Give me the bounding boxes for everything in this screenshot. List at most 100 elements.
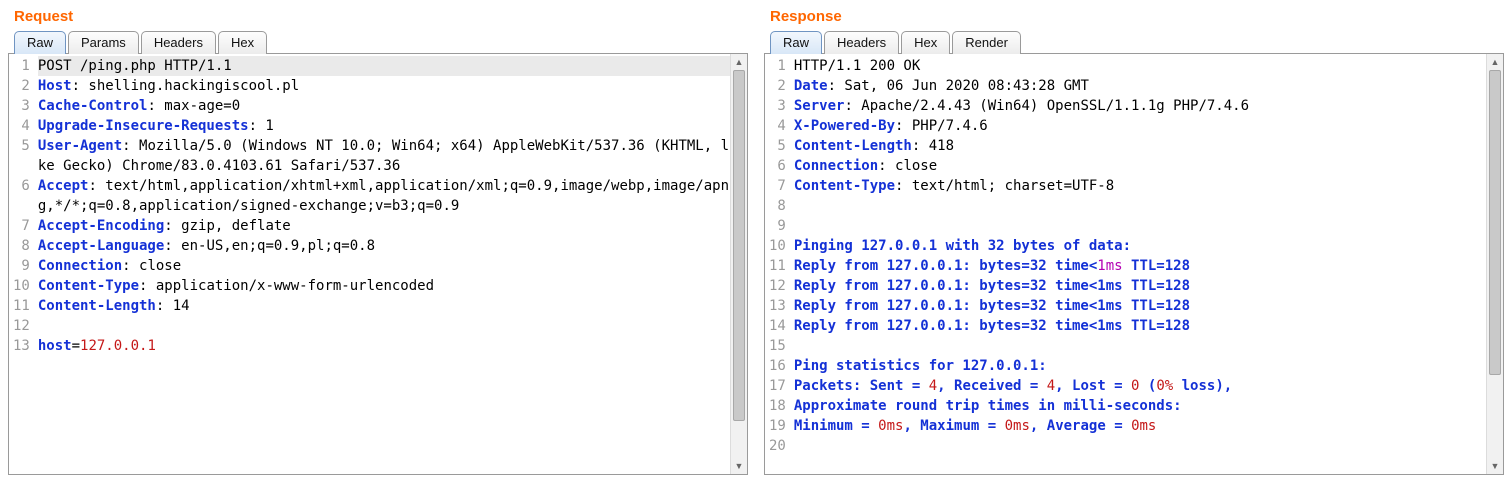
code-line[interactable]: Content-Type: application/x-www-form-url… — [38, 276, 743, 296]
code-line[interactable]: Connection: close — [38, 256, 743, 276]
gutter-number: 14 — [769, 316, 786, 336]
code-line[interactable]: User-Agent: Mozilla/5.0 (Windows NT 10.0… — [38, 136, 743, 176]
response-content-frame: 1234567891011121314151617181920 HTTP/1.1… — [764, 53, 1504, 475]
scroll-track[interactable] — [731, 70, 747, 458]
request-tab-raw[interactable]: Raw — [14, 31, 66, 54]
scroll-thumb[interactable] — [733, 70, 745, 421]
gutter-number: 1 — [13, 56, 30, 76]
gutter-number: 1 — [769, 56, 786, 76]
code-line[interactable]: HTTP/1.1 200 OK — [794, 56, 1499, 76]
response-tab-raw[interactable]: Raw — [770, 31, 822, 54]
response-gutter: 1234567891011121314151617181920 — [765, 54, 792, 474]
code-line[interactable]: Host: shelling.hackingiscool.pl — [38, 76, 743, 96]
code-line[interactable] — [794, 216, 1499, 236]
code-line[interactable]: Connection: close — [794, 156, 1499, 176]
code-line[interactable]: Server: Apache/2.4.43 (Win64) OpenSSL/1.… — [794, 96, 1499, 116]
code-line[interactable] — [794, 196, 1499, 216]
gutter-number: 11 — [13, 296, 30, 316]
response-tabs: RawHeadersHexRender — [764, 31, 1504, 54]
gutter-number: 10 — [13, 276, 30, 296]
gutter-number: 7 — [13, 216, 30, 236]
request-code-area[interactable]: 12345678910111213 POST /ping.php HTTP/1.… — [9, 54, 747, 474]
response-panel: Response RawHeadersHexRender 12345678910… — [756, 0, 1512, 475]
code-line[interactable] — [794, 436, 1499, 456]
request-title: Request — [8, 4, 748, 31]
gutter-number: 2 — [769, 76, 786, 96]
request-lines[interactable]: POST /ping.php HTTP/1.1Host: shelling.ha… — [36, 54, 747, 474]
request-gutter: 12345678910111213 — [9, 54, 36, 474]
gutter-number: 13 — [13, 336, 30, 356]
code-line[interactable]: Minimum = 0ms, Maximum = 0ms, Average = … — [794, 416, 1499, 436]
gutter-number: 18 — [769, 396, 786, 416]
gutter-number: 3 — [13, 96, 30, 116]
gutter-number: 19 — [769, 416, 786, 436]
scroll-thumb[interactable] — [1489, 70, 1501, 375]
code-line[interactable]: Upgrade-Insecure-Requests: 1 — [38, 116, 743, 136]
code-line[interactable]: Approximate round trip times in milli-se… — [794, 396, 1499, 416]
code-line[interactable]: Reply from 127.0.0.1: bytes=32 time<1ms … — [794, 296, 1499, 316]
code-line[interactable] — [38, 316, 743, 336]
scroll-track[interactable] — [1487, 70, 1503, 458]
request-tab-headers[interactable]: Headers — [141, 31, 216, 54]
response-tab-render[interactable]: Render — [952, 31, 1021, 54]
response-tab-hex[interactable]: Hex — [901, 31, 950, 54]
gutter-number: 9 — [13, 256, 30, 276]
scroll-up-icon[interactable]: ▲ — [731, 54, 747, 70]
gutter-number: 11 — [769, 256, 786, 276]
response-code-area[interactable]: 1234567891011121314151617181920 HTTP/1.1… — [765, 54, 1503, 474]
code-line[interactable]: Packets: Sent = 4, Received = 4, Lost = … — [794, 376, 1499, 396]
request-scrollbar[interactable]: ▲ ▼ — [730, 54, 747, 474]
code-line[interactable]: Pinging 127.0.0.1 with 32 bytes of data: — [794, 236, 1499, 256]
code-line[interactable]: Reply from 127.0.0.1: bytes=32 time<1ms … — [794, 276, 1499, 296]
gutter-number: 3 — [769, 96, 786, 116]
request-panel: Request RawParamsHeadersHex 123456789101… — [0, 0, 756, 475]
gutter-number: 9 — [769, 216, 786, 236]
gutter-number: 10 — [769, 236, 786, 256]
code-line[interactable]: X-Powered-By: PHP/7.4.6 — [794, 116, 1499, 136]
response-tab-headers[interactable]: Headers — [824, 31, 899, 54]
gutter-number: 4 — [769, 116, 786, 136]
code-line[interactable]: Reply from 127.0.0.1: bytes=32 time<1ms … — [794, 256, 1499, 276]
gutter-number: 6 — [13, 176, 30, 196]
gutter-number: 15 — [769, 336, 786, 356]
response-lines[interactable]: HTTP/1.1 200 OKDate: Sat, 06 Jun 2020 08… — [792, 54, 1503, 474]
code-line[interactable]: Reply from 127.0.0.1: bytes=32 time<1ms … — [794, 316, 1499, 336]
gutter-number: 13 — [769, 296, 786, 316]
gutter-number: 16 — [769, 356, 786, 376]
request-tab-hex[interactable]: Hex — [218, 31, 267, 54]
gutter-number — [13, 196, 30, 216]
gutter-number: 17 — [769, 376, 786, 396]
gutter-number: 12 — [13, 316, 30, 336]
gutter-number: 6 — [769, 156, 786, 176]
gutter-number: 2 — [13, 76, 30, 96]
response-title: Response — [764, 4, 1504, 31]
code-line[interactable]: Accept-Encoding: gzip, deflate — [38, 216, 743, 236]
code-line[interactable]: Accept-Language: en-US,en;q=0.9,pl;q=0.8 — [38, 236, 743, 256]
gutter-number: 20 — [769, 436, 786, 456]
gutter-number: 8 — [769, 196, 786, 216]
scroll-down-icon[interactable]: ▼ — [1487, 458, 1503, 474]
gutter-number: 4 — [13, 116, 30, 136]
code-line[interactable] — [794, 336, 1499, 356]
code-line[interactable]: Content-Length: 418 — [794, 136, 1499, 156]
code-line[interactable]: Cache-Control: max-age=0 — [38, 96, 743, 116]
gutter-number: 5 — [13, 136, 30, 156]
scroll-up-icon[interactable]: ▲ — [1487, 54, 1503, 70]
code-line[interactable]: Date: Sat, 06 Jun 2020 08:43:28 GMT — [794, 76, 1499, 96]
code-line[interactable]: Content-Length: 14 — [38, 296, 743, 316]
code-line[interactable]: Content-Type: text/html; charset=UTF-8 — [794, 176, 1499, 196]
scroll-down-icon[interactable]: ▼ — [731, 458, 747, 474]
response-scrollbar[interactable]: ▲ ▼ — [1486, 54, 1503, 474]
gutter-number — [13, 156, 30, 176]
code-line[interactable]: Accept: text/html,application/xhtml+xml,… — [38, 176, 743, 216]
request-tab-params[interactable]: Params — [68, 31, 139, 54]
request-content-frame: 12345678910111213 POST /ping.php HTTP/1.… — [8, 53, 748, 475]
gutter-number: 7 — [769, 176, 786, 196]
code-line[interactable]: Ping statistics for 127.0.0.1: — [794, 356, 1499, 376]
gutter-number: 12 — [769, 276, 786, 296]
code-line[interactable]: host=127.0.0.1 — [38, 336, 743, 356]
burp-split-view: Request RawParamsHeadersHex 123456789101… — [0, 0, 1512, 475]
request-tabs: RawParamsHeadersHex — [8, 31, 748, 54]
code-line[interactable]: POST /ping.php HTTP/1.1 — [38, 56, 743, 76]
gutter-number: 8 — [13, 236, 30, 256]
